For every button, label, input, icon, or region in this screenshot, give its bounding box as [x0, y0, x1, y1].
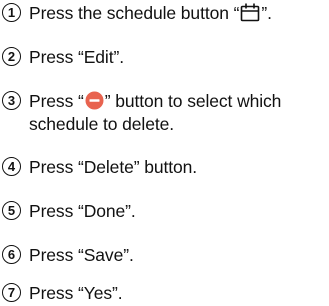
step-text: Press “Delete” button. [29, 157, 198, 177]
step-4: 4 Press “Delete” button. [2, 157, 327, 177]
step-text: Press “Edit”. [29, 47, 124, 67]
minus-circle-icon [85, 91, 104, 114]
step-number: 7 [2, 283, 21, 302]
step-text: Press “Yes”. [29, 283, 123, 303]
step-6: 6 Press “Save”. [2, 245, 327, 265]
step-text-line-2: schedule to delete. [29, 114, 175, 134]
step-number: 4 [2, 157, 21, 176]
calendar-icon [240, 3, 260, 26]
step-5: 5 Press “Done”. [2, 201, 327, 221]
step-text: Press “Save”. [29, 245, 134, 265]
step-number: 5 [2, 201, 21, 220]
step-text-after: ” button to select which [104, 91, 282, 111]
step-number: 2 [2, 47, 21, 66]
step-text-after: ”. [261, 3, 272, 23]
step-number: 1 [2, 3, 21, 22]
step-1: 1 Press the schedule button “ ”. [2, 3, 327, 26]
step-text: Press the schedule button “ ”. [29, 3, 272, 26]
step-text-before: Press the schedule button “ [29, 3, 240, 23]
instruction-steps: 1 Press the schedule button “ ”. 2 Press… [0, 0, 329, 306]
step-2: 2 Press “Edit”. [2, 47, 327, 67]
step-number: 3 [2, 91, 21, 110]
step-7: 7 Press “Yes”. [2, 283, 327, 303]
step-text: Press “ ” button to select which schedul… [29, 91, 281, 134]
step-text-before: Press “ [29, 91, 84, 111]
step-text: Press “Done”. [29, 201, 136, 221]
step-3: 3 Press “ ” button to select which sched… [2, 91, 327, 134]
step-number: 6 [2, 245, 21, 264]
step-text-line-1: Press “ ” button to select which [29, 91, 281, 114]
